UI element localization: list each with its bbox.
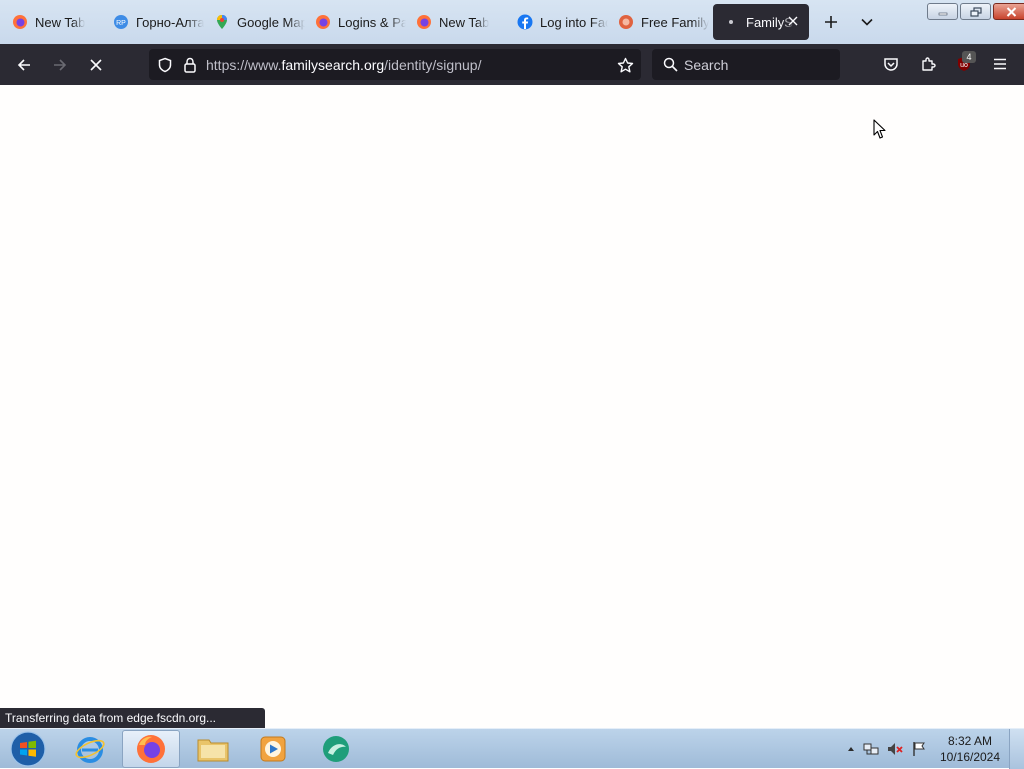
firefox-icon <box>137 735 165 763</box>
firefox-icon <box>315 14 331 30</box>
facebook-icon <box>517 14 533 30</box>
close-icon <box>1006 6 1016 17</box>
taskbar-internet-explorer[interactable] <box>62 730 118 768</box>
tab-label: Free Family Tree <box>641 14 709 30</box>
puzzle-piece-icon <box>922 57 936 71</box>
taskbar-file-explorer[interactable] <box>185 730 241 768</box>
svg-text:RP: RP <box>116 20 126 27</box>
restore-icon <box>969 6 982 17</box>
tab-label: Log into Facebook <box>540 14 608 30</box>
page-content-blank <box>0 85 1024 728</box>
search-icon <box>661 56 679 74</box>
bookmark-star-icon[interactable] <box>615 55 635 75</box>
windows-start-orb-icon <box>10 731 46 767</box>
close-window-button[interactable] <box>993 3 1024 20</box>
list-all-tabs-button[interactable] <box>849 4 885 40</box>
clock-date: 10/16/2024 <box>939 750 1001 764</box>
chevron-down-icon <box>861 18 873 26</box>
action-center-flag-icon[interactable] <box>907 741 931 757</box>
tab-label: Google Maps <box>237 14 305 30</box>
tab-familysearch-active[interactable]: FamilySearch <box>713 4 809 40</box>
minimize-button[interactable] <box>927 3 958 20</box>
taskbar-app-green[interactable] <box>308 730 364 768</box>
svg-text:uo: uo <box>960 62 968 69</box>
lock-icon[interactable] <box>182 56 198 74</box>
app-menu-button[interactable] <box>984 48 1016 80</box>
tab-close-icon[interactable] <box>785 13 801 29</box>
tab-label: Горно-Алтайск <box>136 14 204 30</box>
tab-label: New Tab <box>35 14 86 30</box>
back-button[interactable] <box>8 49 40 81</box>
system-tray: 8:32 AM 10/16/2024 <box>843 729 1024 769</box>
tab-logins-passwords[interactable]: Logins & Passwords <box>305 4 406 40</box>
tab-free-family-tree[interactable]: Free Family Tree <box>608 4 709 40</box>
tracking-protection-shield-icon[interactable] <box>156 56 174 74</box>
window-controls <box>925 3 1024 20</box>
hamburger-menu-icon <box>994 58 1006 70</box>
taskbar-media-player[interactable] <box>245 730 301 768</box>
stop-x-icon <box>90 58 102 71</box>
stop-loading-button[interactable] <box>80 49 112 81</box>
firefox-icon <box>416 14 432 30</box>
extensions-button[interactable] <box>912 48 944 80</box>
status-panel: Transferring data from edge.fscdn.org... <box>0 708 265 728</box>
google-maps-icon <box>214 14 230 30</box>
arrow-left-icon <box>17 58 30 71</box>
yandex-weather-icon: RP <box>113 14 129 30</box>
plus-icon <box>825 16 837 28</box>
mouse-cursor-icon <box>873 119 886 139</box>
familysearch-icon <box>618 14 634 30</box>
folder-icon <box>197 739 229 762</box>
new-tab-button[interactable] <box>813 4 849 40</box>
show-desktop-button[interactable] <box>1009 729 1024 769</box>
tab-facebook-login[interactable]: Log into Facebook <box>507 4 608 40</box>
url-text[interactable]: https://www.familysearch.org/identity/si… <box>206 57 481 73</box>
teal-app-icon <box>323 736 349 762</box>
pocket-button[interactable] <box>875 48 907 80</box>
forward-button[interactable] <box>44 49 76 81</box>
navigation-toolbar: https://www.familysearch.org/identity/si… <box>0 44 1024 85</box>
volume-muted-icon[interactable] <box>883 741 907 757</box>
pocket-icon <box>884 58 898 71</box>
loading-dot-icon <box>723 14 739 30</box>
windows-taskbar: 8:32 AM 10/16/2024 <box>0 728 1024 769</box>
url-prefix: https://www. <box>206 56 282 73</box>
tab-strip: New Tab RP Горно-Алтайск Google Maps Log… <box>0 0 1024 44</box>
url-domain: familysearch.org <box>281 56 385 73</box>
address-bar[interactable]: https://www.familysearch.org/identity/si… <box>149 49 641 80</box>
url-path: /identity/signup/ <box>384 56 482 73</box>
tab-label: Logins & Passwords <box>338 14 406 30</box>
firefox-icon <box>12 14 28 30</box>
network-icon[interactable] <box>859 741 883 757</box>
minimize-icon <box>938 12 947 15</box>
tab-google-maps[interactable]: Google Maps <box>204 4 305 40</box>
taskbar-firefox[interactable] <box>122 730 180 768</box>
tab-new-tab-2[interactable]: New Tab <box>406 4 507 40</box>
media-player-icon <box>260 736 286 762</box>
start-button[interactable] <box>0 730 56 768</box>
show-hidden-icons-arrow-icon[interactable] <box>843 746 859 752</box>
ublock-blocked-count-badge: 4 <box>962 51 976 63</box>
tab-new-tab-1[interactable]: New Tab <box>2 4 103 40</box>
internet-explorer-icon <box>75 737 105 763</box>
clock-time: 8:32 AM <box>947 734 993 748</box>
arrow-right-icon <box>54 58 67 71</box>
taskbar-clock[interactable]: 8:32 AM 10/16/2024 <box>931 733 1009 765</box>
tab-label: New Tab <box>439 14 490 30</box>
search-placeholder: Search <box>684 56 729 73</box>
restore-button[interactable] <box>960 3 991 20</box>
search-bar[interactable]: Search <box>652 49 840 80</box>
tab-gorno-altaysk[interactable]: RP Горно-Алтайск <box>103 4 204 40</box>
